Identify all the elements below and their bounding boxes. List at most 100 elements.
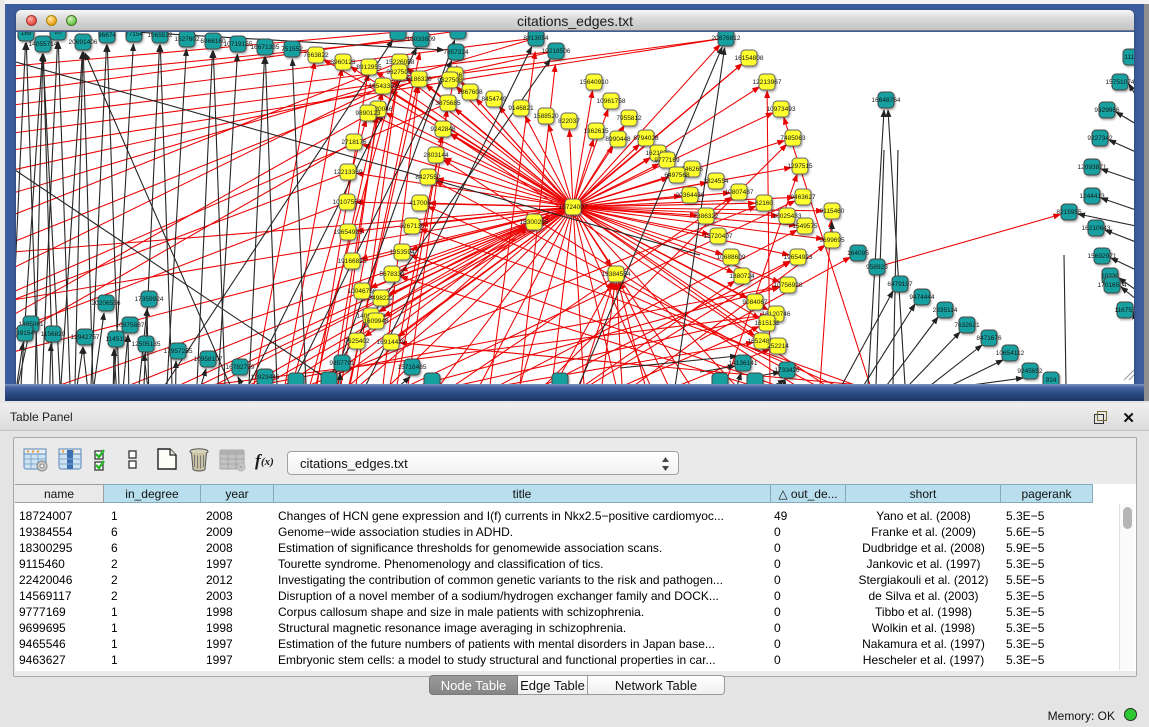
svg-text:14055714: 14055714 <box>29 41 58 48</box>
svg-text:19384554: 19384554 <box>602 271 631 278</box>
svg-text:16648764: 16648764 <box>872 97 901 104</box>
svg-text:16671385: 16671385 <box>251 44 280 51</box>
svg-text:1297515: 1297515 <box>787 163 813 170</box>
svg-text:10756928: 10756928 <box>774 282 803 289</box>
svg-text:19166825: 19166825 <box>338 258 367 265</box>
svg-text:17359924: 17359924 <box>135 296 164 303</box>
svg-text:19654923: 19654923 <box>334 229 363 236</box>
svg-text:10975887: 10975887 <box>116 322 145 329</box>
svg-text:252214: 252214 <box>767 343 789 350</box>
svg-text:7485063: 7485063 <box>780 135 806 142</box>
svg-text:189: 189 <box>21 32 32 37</box>
svg-text:7625402: 7625402 <box>344 338 370 345</box>
svg-text:1549575: 1549575 <box>792 223 818 230</box>
svg-text:8990448: 8990448 <box>605 136 631 143</box>
svg-text:164095: 164095 <box>847 250 869 257</box>
svg-text:10107553: 10107553 <box>333 199 362 206</box>
svg-text:8427552: 8427552 <box>415 174 441 181</box>
svg-text:1244413: 1244413 <box>1079 193 1105 200</box>
svg-text:8471676: 8471676 <box>976 335 1002 342</box>
svg-text:2867608: 2867608 <box>457 89 483 96</box>
svg-text:924: 924 <box>1046 377 1057 384</box>
svg-text:20876812: 20876812 <box>712 35 741 42</box>
svg-text:2935114: 2935114 <box>933 307 958 314</box>
svg-text:16033809: 16033809 <box>407 36 436 43</box>
svg-text:1353594: 1353594 <box>389 249 415 256</box>
svg-text:10807487: 10807487 <box>725 189 754 196</box>
svg-text:9463627: 9463627 <box>790 194 816 201</box>
svg-text:16210643: 16210643 <box>1082 225 1111 232</box>
svg-text:1156829: 1156829 <box>41 331 66 338</box>
svg-text:822037: 822037 <box>558 118 580 125</box>
svg-text:10046756: 10046756 <box>348 288 377 295</box>
svg-text:3267130: 3267130 <box>399 223 425 230</box>
svg-text:6497568: 6497568 <box>664 172 690 179</box>
svg-text:10973493: 10973493 <box>767 106 796 113</box>
svg-text:9227342: 9227342 <box>1087 135 1113 142</box>
svg-text:116753: 116753 <box>1114 307 1134 314</box>
svg-text:1527602: 1527602 <box>174 36 200 43</box>
svg-text:1362615: 1362615 <box>583 128 609 135</box>
svg-text:958923: 958923 <box>866 264 888 271</box>
svg-text:17016504: 17016504 <box>1098 282 1127 289</box>
svg-text:1733426: 1733426 <box>774 367 800 374</box>
svg-text:77154: 77154 <box>125 32 143 38</box>
svg-text:3824554: 3824554 <box>703 178 729 185</box>
svg-text:19654923: 19654923 <box>784 254 813 261</box>
svg-text:2803144: 2803144 <box>423 152 449 159</box>
svg-text:8454749: 8454749 <box>481 96 507 103</box>
svg-text:16543382: 16543382 <box>369 83 398 90</box>
svg-text:1615132: 1615132 <box>754 320 780 327</box>
svg-text:10958107: 10958107 <box>194 356 223 363</box>
svg-text:17957255: 17957255 <box>164 348 193 355</box>
svg-text:7857224: 7857224 <box>443 49 469 56</box>
svg-text:8215955: 8215955 <box>1056 209 1082 216</box>
svg-text:751552: 751552 <box>281 46 303 53</box>
svg-text:9115460: 9115460 <box>820 208 845 215</box>
svg-text:114519: 114519 <box>105 336 127 343</box>
svg-text:12213967: 12213967 <box>753 79 782 86</box>
svg-text:10688609: 10688609 <box>717 254 746 261</box>
svg-text:12093871: 12093871 <box>1078 164 1107 171</box>
svg-text:7955812: 7955812 <box>616 115 642 122</box>
svg-text:6966160: 6966160 <box>200 38 226 45</box>
svg-text:15751074: 15751074 <box>1106 79 1134 86</box>
svg-text:9327508: 9327508 <box>437 77 463 84</box>
svg-text:1112: 1112 <box>1124 54 1134 61</box>
svg-text:1609948: 1609948 <box>363 318 389 325</box>
svg-text:16914479: 16914479 <box>377 339 406 346</box>
svg-text:39154: 39154 <box>16 330 34 337</box>
svg-text:9327506: 9327506 <box>386 69 412 76</box>
svg-text:9084067: 9084067 <box>742 299 768 306</box>
svg-text:96674: 96674 <box>98 32 116 39</box>
svg-text:9857791: 9857791 <box>329 360 355 367</box>
svg-text:15640910: 15640910 <box>580 79 609 86</box>
svg-text:8186328: 8186328 <box>406 76 432 83</box>
svg-text:8960123: 8960123 <box>330 59 356 66</box>
svg-text:10025433: 10025433 <box>773 213 802 220</box>
svg-text:8813054: 8813054 <box>523 35 549 42</box>
svg-text:20: 20 <box>54 32 62 36</box>
svg-text:15692971: 15692971 <box>1088 253 1117 260</box>
svg-text:9699695: 9699695 <box>819 237 845 244</box>
svg-text:417006: 417006 <box>409 200 431 207</box>
svg-text:9890123: 9890123 <box>355 110 381 117</box>
svg-text:7632621: 7632621 <box>954 322 980 329</box>
svg-text:1588520: 1588520 <box>533 113 559 120</box>
svg-text:3875685: 3875685 <box>435 100 461 107</box>
svg-text:(x): (x) <box>261 456 274 468</box>
svg-text:12923446: 12923446 <box>251 374 280 381</box>
svg-text:7663822: 7663822 <box>303 52 329 59</box>
svg-text:1880724: 1880724 <box>729 273 755 280</box>
svg-text:9242848: 9242848 <box>430 126 456 133</box>
svg-text:16154808: 16154808 <box>735 55 764 62</box>
svg-text:19218506: 19218506 <box>542 48 571 55</box>
svg-text:6479197: 6479197 <box>887 281 913 288</box>
svg-text:10654112: 10654112 <box>996 350 1025 357</box>
svg-text:62160: 62160 <box>755 200 773 207</box>
svg-text:16782759: 16782759 <box>226 364 255 371</box>
svg-text:6794028: 6794028 <box>633 135 659 142</box>
svg-text:14136141: 14136141 <box>729 360 758 367</box>
svg-text:20691406: 20691406 <box>69 39 98 46</box>
svg-text:1065532: 1065532 <box>147 32 173 39</box>
